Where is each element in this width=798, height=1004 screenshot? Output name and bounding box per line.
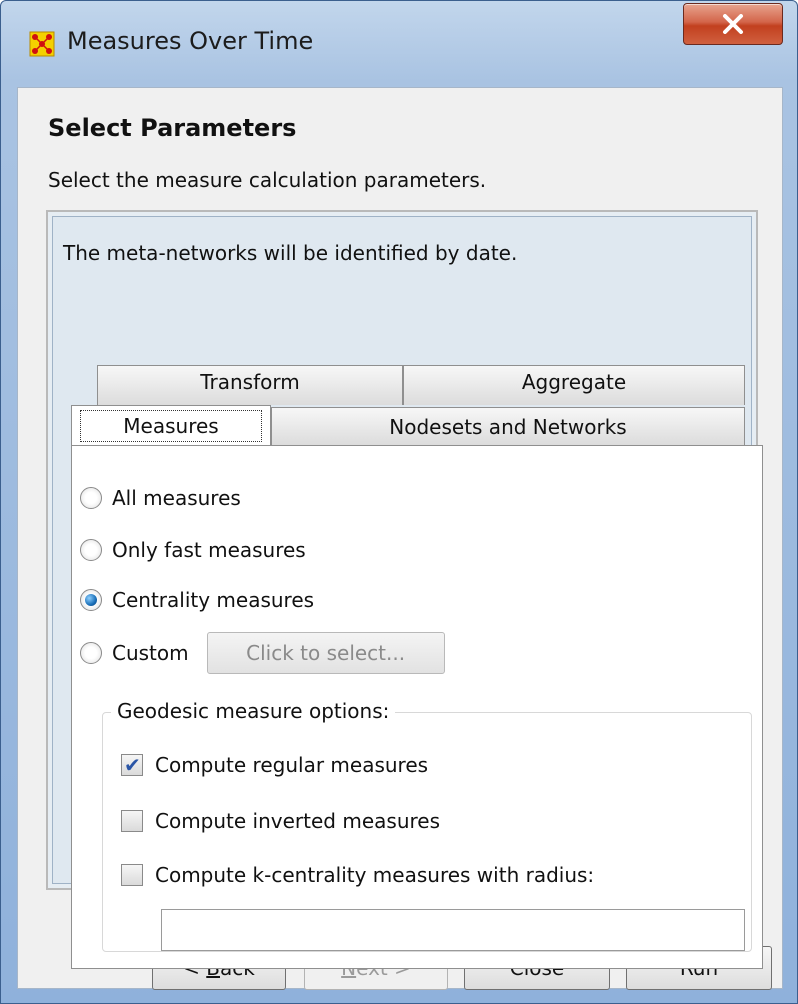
dialog-window: Measures Over Time Select Parameters Sel…	[0, 0, 798, 1004]
tab-measures[interactable]: Measures	[71, 405, 271, 445]
tab-label: Measures	[80, 409, 262, 442]
tab-aggregate[interactable]: Aggregate	[403, 365, 745, 405]
checkbox-label: Compute regular measures	[155, 753, 429, 777]
radio-custom[interactable]: Custom Click to select...	[80, 632, 445, 674]
radio-button[interactable]	[80, 589, 102, 611]
page-title: Select Parameters	[48, 114, 297, 142]
parameters-panel: The meta-networks will be identified by …	[46, 210, 763, 969]
geodesic-options-group: Geodesic measure options: Compute regula…	[102, 699, 752, 952]
dialog-content: Select Parameters Select the measure cal…	[17, 87, 783, 990]
tab-label: Transform	[200, 370, 300, 394]
tab-label: Nodesets and Networks	[389, 414, 627, 439]
radio-label: Only fast measures	[112, 538, 306, 562]
window-close-button[interactable]	[683, 3, 783, 45]
app-icon	[29, 31, 55, 57]
radio-label: All measures	[112, 486, 241, 510]
tab-nodesets-and-networks[interactable]: Nodesets and Networks	[271, 407, 745, 445]
checkbox-label: Compute k-centrality measures with radiu…	[155, 863, 595, 887]
radio-all-measures[interactable]: All measures	[80, 486, 241, 510]
checkbox-label: Compute inverted measures	[155, 809, 440, 833]
radio-label: Centrality measures	[112, 588, 315, 612]
window-title: Measures Over Time	[67, 27, 314, 55]
radio-only-fast-measures[interactable]: Only fast measures	[80, 538, 306, 562]
radio-centrality-measures[interactable]: Centrality measures	[80, 588, 314, 612]
tab-transform[interactable]: Transform	[97, 365, 403, 405]
radio-button[interactable]	[80, 487, 102, 509]
radio-label: Custom	[112, 641, 189, 665]
group-legend: Geodesic measure options:	[111, 699, 396, 723]
radio-button[interactable]	[80, 539, 102, 561]
checkbox-compute-regular[interactable]: Compute regular measures	[121, 753, 428, 777]
checkbox[interactable]	[121, 864, 143, 886]
tab-label: Aggregate	[521, 370, 627, 394]
close-icon	[723, 14, 743, 34]
checkbox[interactable]	[121, 753, 143, 777]
checkbox[interactable]	[121, 810, 143, 832]
radio-button[interactable]	[80, 642, 102, 664]
click-to-select-button[interactable]: Click to select...	[206, 632, 445, 674]
checkbox-compute-k-centrality[interactable]: Compute k-centrality measures with radiu…	[121, 863, 594, 887]
radius-input[interactable]	[161, 909, 745, 951]
checkbox-compute-inverted[interactable]: Compute inverted measures	[121, 809, 440, 833]
page-subtitle: Select the measure calculation parameter…	[48, 168, 487, 192]
info-text: The meta-networks will be identified by …	[63, 241, 518, 265]
measures-tab-panel: All measures Only fast measures Centrali…	[71, 445, 763, 969]
